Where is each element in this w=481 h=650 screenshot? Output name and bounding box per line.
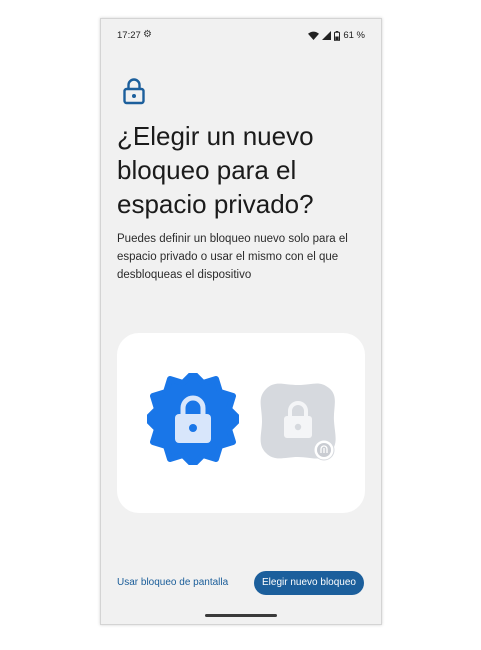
wifi-icon	[308, 31, 320, 40]
battery-percent: 61 %	[343, 30, 365, 41]
fingerprint-badge-icon	[313, 439, 335, 461]
status-time: 17:27	[117, 30, 141, 41]
phone-screen: 17:27 ⚙ 61 % ¿Elegir un nuevo bloqueo pa…	[100, 18, 382, 625]
battery-lock-icon	[334, 30, 341, 41]
settings-gear-icon: ⚙	[143, 29, 152, 40]
navigation-handle[interactable]	[205, 614, 277, 617]
lock-icon-primary	[147, 373, 239, 465]
page-title: ¿Elegir un nuevo bloqueo para el espacio…	[117, 121, 314, 219]
lock-icon-secondary	[260, 383, 336, 461]
status-bar: 17:27 ⚙ 61 %	[101, 19, 381, 55]
status-icons: 61 %	[308, 30, 365, 41]
lock-header-icon	[123, 77, 145, 110]
use-screen-lock-button[interactable]: Usar bloqueo de pantalla	[117, 576, 228, 590]
choose-new-lock-button[interactable]: Elegir nuevo bloqueo	[254, 571, 364, 595]
signal-icon	[322, 31, 332, 40]
illustration-card	[117, 333, 365, 513]
page-description: Puedes definir un bloqueo nuevo solo par…	[117, 233, 348, 281]
